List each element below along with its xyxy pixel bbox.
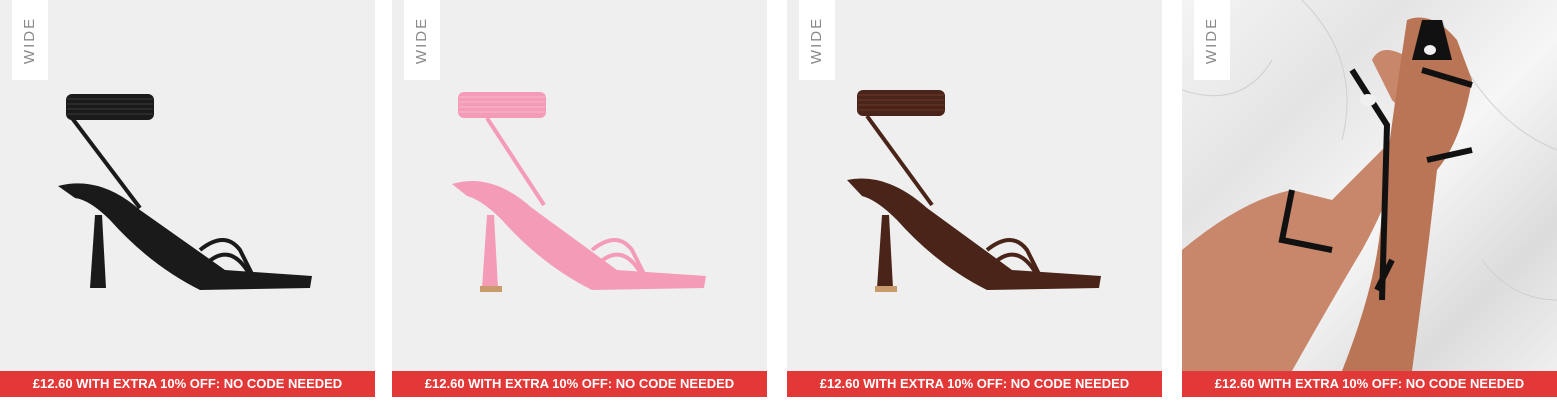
wide-fit-badge: WIDE (1194, 0, 1230, 80)
shoe-image (58, 94, 312, 290)
promo-banner: £12.60 WITH EXTRA 10% OFF: NO CODE NEEDE… (1182, 371, 1557, 397)
wide-fit-badge: WIDE (404, 0, 440, 80)
wide-fit-badge: WIDE (12, 0, 48, 80)
promo-banner: £12.60 WITH EXTRA 10% OFF: NO CODE NEEDE… (787, 371, 1162, 397)
product-image[interactable]: WIDE (1182, 0, 1557, 371)
wide-fit-badge: WIDE (799, 0, 835, 80)
product-image[interactable]: WIDE (787, 0, 1162, 371)
product-card[interactable]: WIDE £12.60 WITH EXTRA 10% OFF: NO CODE … (787, 0, 1162, 397)
product-image[interactable]: WIDE (0, 0, 375, 371)
promo-banner: £12.60 WITH EXTRA 10% OFF: NO CODE NEEDE… (392, 371, 767, 397)
shoe-image (847, 90, 1101, 292)
shoe-image (1182, 0, 1557, 371)
product-card[interactable]: WIDE £12.60 WITH EXTRA 10% OFF: NO CODE … (1182, 0, 1557, 397)
product-card[interactable]: WIDE £12.60 WITH EXTRA 10% OFF: NO CODE … (0, 0, 375, 397)
promo-banner: £12.60 WITH EXTRA 10% OFF: NO CODE NEEDE… (0, 371, 375, 397)
product-image[interactable]: WIDE (392, 0, 767, 371)
shoe-image (452, 92, 706, 292)
product-card[interactable]: WIDE £12.60 WITH EXTRA 10% OFF: NO CODE … (392, 0, 767, 397)
